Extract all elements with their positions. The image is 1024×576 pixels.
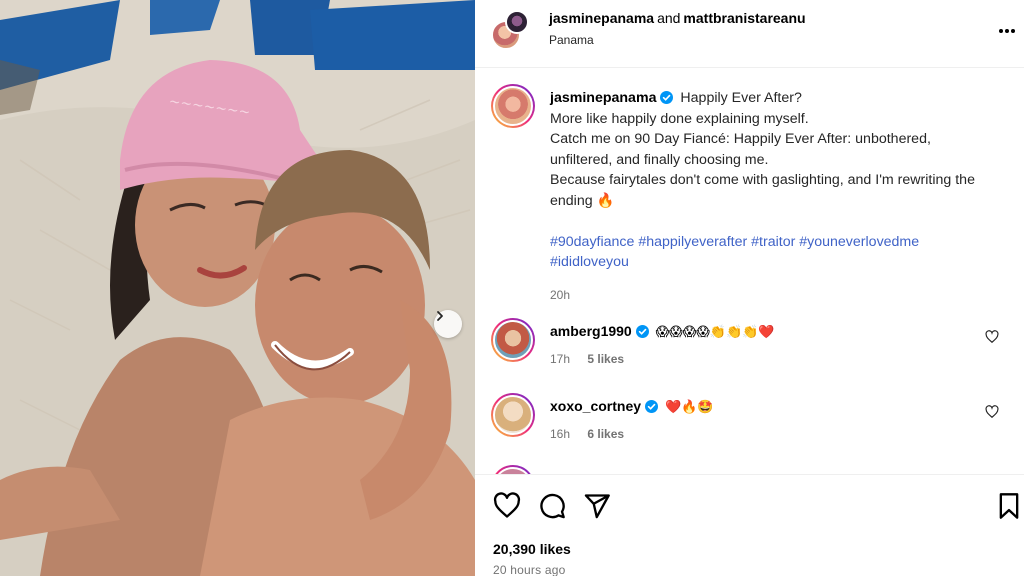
collab-avatars[interactable]	[491, 10, 533, 52]
verified-badge-icon	[635, 325, 649, 338]
comment-timestamp: 17h	[550, 352, 571, 366]
post-photo[interactable]: ~~~~~~~	[0, 0, 475, 576]
comment-username[interactable]: xoxo_cortney	[550, 398, 641, 414]
caption-text: jasminepanama Happily Ever After? More l…	[550, 88, 990, 305]
comment-text: ❤️🔥🤩	[664, 400, 714, 415]
caption-line-1: Happily Ever After?	[680, 90, 802, 106]
avatar[interactable]	[491, 393, 535, 437]
comment-icon[interactable]	[538, 492, 566, 520]
caption-line-4: Because fairytales don't come with gasli…	[550, 172, 975, 209]
hashtag-link[interactable]: #90dayfiance	[550, 234, 634, 250]
heart-icon[interactable]	[493, 492, 521, 520]
comment-likes[interactable]: 6 likes	[587, 427, 624, 441]
heart-icon[interactable]	[985, 330, 999, 344]
caption-line-3: Catch me on 90 Day Fiancé: Happily Ever …	[550, 131, 931, 168]
hashtag-link[interactable]: #happilyeverafter	[638, 234, 747, 250]
avatar[interactable]	[491, 318, 535, 362]
hashtag-link[interactable]: #traitor	[751, 234, 795, 250]
author-username-1[interactable]: jasminepanama	[549, 10, 654, 26]
hashtag-link[interactable]: #ididloveyou	[550, 254, 629, 270]
next-image-button[interactable]	[434, 310, 462, 338]
post-location[interactable]: Panama	[549, 33, 594, 47]
post-side-panel: jasminepanama and mattbranistareanu Panama…	[475, 0, 1024, 576]
avatar	[505, 10, 529, 34]
more-horizontal-icon	[999, 29, 1015, 33]
caption-line-2: More like happily done explaining myself…	[550, 110, 809, 127]
caption-timestamp: 20h	[550, 287, 571, 302]
author-conjunction: and	[657, 10, 681, 26]
bookmark-icon[interactable]	[997, 492, 1021, 520]
verified-badge-icon	[645, 400, 659, 413]
caption-username[interactable]: jasminepanama	[550, 90, 656, 106]
caption-hashtags: #90dayfiance #happilyeverafter #traitor …	[550, 232, 990, 273]
hashtag-link[interactable]: #youneverlovedme	[799, 234, 919, 250]
comment-username[interactable]: amberg1990	[550, 323, 632, 339]
post-actions-bar: 20,390 likes 20 hours ago	[475, 474, 1024, 576]
chevron-right-icon	[437, 311, 443, 321]
comment-timestamp: 16h	[550, 427, 571, 441]
author-username-2[interactable]: mattbranistareanu	[683, 10, 805, 26]
heart-icon[interactable]	[985, 405, 999, 419]
verified-badge-icon	[660, 91, 674, 104]
more-options-button[interactable]	[998, 18, 1016, 38]
selfie-photo: ~~~~~~~	[0, 0, 475, 576]
post-header: jasminepanama and mattbranistareanu Panama	[475, 0, 1024, 68]
post-timestamp[interactable]: 20 hours ago	[493, 563, 565, 576]
caption-avatar[interactable]	[491, 84, 535, 128]
comment-text: 😱😱😱😱👏👏👏❤️	[655, 325, 775, 340]
send-icon[interactable]	[583, 492, 611, 520]
comment-likes[interactable]: 5 likes	[587, 352, 624, 366]
likes-count[interactable]: 20,390 likes	[493, 541, 571, 557]
post-authors: jasminepanama and mattbranistareanu	[549, 10, 806, 26]
